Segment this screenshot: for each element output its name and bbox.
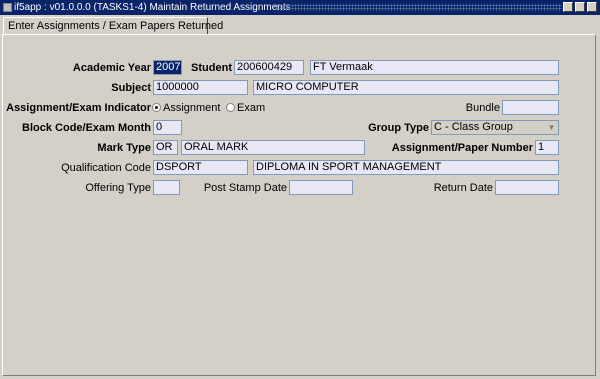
indicator-label: Assignment/Exam Indicator bbox=[6, 102, 151, 114]
student-label: Student bbox=[191, 62, 232, 74]
bundle-field[interactable] bbox=[502, 100, 559, 115]
mark-type-code-field[interactable]: OR bbox=[153, 140, 178, 155]
qualification-code-field[interactable]: DSPORT bbox=[153, 160, 248, 175]
paper-number-field[interactable]: 1 bbox=[535, 140, 559, 155]
exam-radio[interactable] bbox=[226, 103, 235, 112]
post-stamp-date-label: Post Stamp Date bbox=[203, 182, 287, 194]
exam-radio-label[interactable]: Exam bbox=[237, 101, 265, 115]
student-number-field[interactable]: 200600429 bbox=[234, 60, 304, 75]
subject-code-field[interactable]: 1000000 bbox=[153, 80, 248, 95]
paper-number-label: Assignment/Paper Number bbox=[391, 142, 533, 154]
minimize-button[interactable] bbox=[563, 2, 573, 12]
subject-label: Subject bbox=[111, 82, 151, 94]
tab-enter-assignments[interactable]: Enter Assignments / Exam Papers Returned bbox=[3, 17, 223, 34]
return-date-label: Return Date bbox=[433, 182, 493, 194]
offering-type-label: Offering Type bbox=[85, 182, 151, 194]
return-date-field[interactable] bbox=[495, 180, 559, 195]
chevron-down-icon[interactable]: ▼ bbox=[546, 122, 557, 133]
academic-year-field[interactable]: 2007 bbox=[153, 60, 182, 75]
assignment-radio[interactable] bbox=[152, 103, 161, 112]
qualification-label: Qualification Code bbox=[61, 162, 151, 174]
assignment-radio-label[interactable]: Assignment bbox=[163, 101, 220, 115]
qualification-name-field[interactable]: DIPLOMA IN SPORT MANAGEMENT bbox=[253, 160, 559, 175]
window-title: if5app : v01.0.0.0 (TASKS1-4) Maintain R… bbox=[14, 2, 291, 13]
maximize-button[interactable] bbox=[575, 2, 585, 12]
bundle-label: Bundle bbox=[465, 102, 500, 114]
close-button[interactable] bbox=[587, 2, 597, 12]
academic-year-label: Academic Year bbox=[72, 62, 151, 74]
mark-type-label: Mark Type bbox=[97, 142, 151, 154]
block-code-label: Block Code/Exam Month bbox=[22, 122, 151, 134]
title-bar-pattern bbox=[276, 4, 562, 11]
group-type-label: Group Type bbox=[368, 122, 429, 134]
offering-type-field[interactable] bbox=[153, 180, 180, 195]
post-stamp-date-field[interactable] bbox=[289, 180, 353, 195]
title-bar: if5app : v01.0.0.0 (TASKS1-4) Maintain R… bbox=[0, 0, 600, 15]
group-type-value: C - Class Group bbox=[434, 121, 513, 133]
mark-type-name-field[interactable]: ORAL MARK bbox=[181, 140, 365, 155]
subject-name-field[interactable]: MICRO COMPUTER bbox=[253, 80, 559, 95]
block-code-field[interactable]: 0 bbox=[153, 120, 182, 135]
app-icon bbox=[3, 3, 12, 12]
group-type-select[interactable]: C - Class Group ▼ bbox=[431, 120, 559, 135]
student-name-field[interactable]: FT Vermaak bbox=[310, 60, 559, 75]
